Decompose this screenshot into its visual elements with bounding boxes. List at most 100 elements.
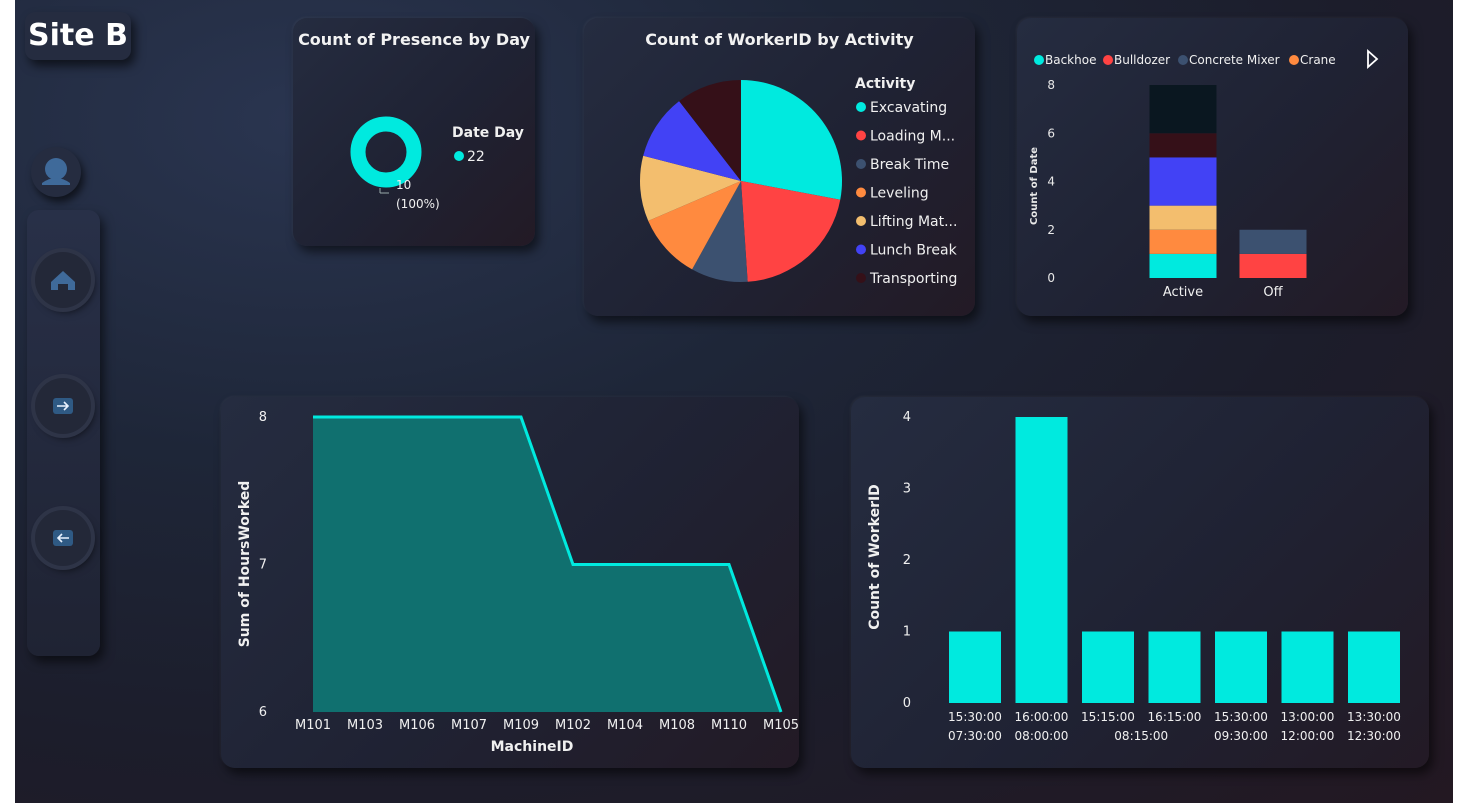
x-tick-label: M110 — [711, 718, 747, 733]
x-tick-label: Off — [1263, 285, 1283, 300]
y-tick-label: 0 — [903, 696, 911, 711]
x-group-label: 09:30:00 — [1214, 729, 1268, 743]
user-avatar-icon — [42, 158, 70, 185]
legend-swatch — [856, 187, 866, 198]
x-group-label: 08:00:00 — [1015, 729, 1069, 743]
arrow-left-icon — [53, 530, 73, 546]
x-group-label: 07:30:00 — [948, 729, 1002, 743]
home-button[interactable] — [35, 252, 91, 308]
legend-swatch — [1034, 55, 1044, 65]
x-group-label: 12:00:00 — [1281, 729, 1335, 743]
y-tick-label: 2 — [1047, 223, 1055, 237]
y-tick-label: 8 — [1047, 78, 1055, 92]
legend-swatch — [1103, 55, 1113, 65]
legend-title: Activity — [855, 76, 915, 92]
worker-by-time-bar-chart: 0 1 2 3 4 15:30:00 16:00:00 15:15:00 16:15:00 15… — [867, 410, 1401, 743]
hours-by-machine-area-chart: 6 7 8 M101 M103 M106 M107 M109 M102 M104 M108 M110… — [237, 410, 799, 755]
legend-item: Leveling — [870, 186, 929, 202]
stacked-bar-segment[interactable] — [1149, 133, 1217, 158]
x-tick-label: M108 — [659, 718, 695, 733]
bar[interactable] — [1082, 631, 1134, 704]
nav-panel — [27, 210, 100, 656]
x-tick-label: M107 — [451, 718, 487, 733]
y-tick-label: 0 — [1047, 271, 1055, 285]
legend-item: 22 — [467, 149, 485, 165]
x-tick-label: 15:15:00 — [1081, 710, 1135, 724]
pie-slice[interactable] — [741, 80, 842, 200]
presence-by-day-card: Count of Presence by Day 10 (100%) Date … — [293, 18, 535, 246]
stacked-bar-segment[interactable] — [1149, 205, 1217, 230]
legend-item: Crane — [1300, 53, 1336, 67]
y-tick-label: 8 — [259, 410, 267, 425]
forward-button[interactable] — [35, 378, 91, 434]
stacked-bar-segment[interactable] — [1239, 253, 1307, 278]
legend-item: Loading M... — [870, 129, 955, 145]
y-tick-label: 4 — [1047, 175, 1055, 189]
x-tick-label: 13:30:00 — [1347, 710, 1401, 724]
legend-swatch — [856, 130, 866, 141]
y-axis-label: Count of Date — [1029, 147, 1040, 225]
y-tick-label: 3 — [903, 482, 911, 497]
legend-next-arrow-icon[interactable] — [1367, 48, 1379, 70]
bar[interactable] — [1281, 631, 1334, 704]
bar[interactable] — [1348, 631, 1400, 704]
legend-item: Lifting Mat... — [870, 214, 957, 230]
legend-swatch — [856, 102, 866, 112]
back-button[interactable] — [35, 510, 91, 566]
y-tick-label: 6 — [259, 705, 267, 720]
user-avatar-button[interactable] — [31, 147, 81, 197]
bar[interactable] — [949, 631, 1001, 704]
machine-status-stacked-bar-chart: Backhoe Bulldozer Concrete Mixer Crane Coun… — [1029, 48, 1379, 300]
legend-item: Transporting — [869, 271, 957, 287]
legend-item: Backhoe — [1045, 53, 1096, 67]
stacked-bar-segment[interactable] — [1149, 229, 1217, 254]
hours-by-machine-card: 6 7 8 M101 M103 M106 M107 M109 M102 M104 M108 M110… — [221, 397, 799, 768]
donut-data-label-pct: (100%) — [396, 197, 440, 211]
worker-by-time-card: 0 1 2 3 4 15:30:00 16:00:00 15:15:00 16:15:00 15… — [851, 397, 1429, 768]
x-tick-label: 15:30:00 — [1214, 710, 1268, 724]
x-axis-label: MachineID — [491, 739, 574, 755]
x-tick-label: M104 — [607, 718, 643, 733]
x-tick-label: M101 — [295, 718, 331, 733]
x-tick-label: 13:00:00 — [1281, 710, 1335, 724]
legend-swatch — [856, 244, 866, 255]
bar[interactable] — [1015, 417, 1068, 703]
y-tick-label: 4 — [903, 410, 911, 425]
stacked-bar-segment[interactable] — [1149, 253, 1217, 278]
page-title: Site B — [25, 12, 131, 60]
x-tick-label: M102 — [555, 718, 591, 733]
x-tick-label: M103 — [347, 718, 383, 733]
donut-slice[interactable] — [350, 116, 422, 188]
presence-donut-chart: 10 (100%) Date Day 22 — [350, 116, 524, 211]
donut-data-label: 10 — [396, 178, 411, 192]
x-tick-label: 16:15:00 — [1148, 710, 1202, 724]
activity-pie-chart: Activity Excavating Loading M... Break Tim… — [640, 76, 958, 287]
x-tick-label: M105 — [763, 718, 799, 733]
legend-item: Bulldozer — [1114, 53, 1170, 67]
legend-swatch — [1178, 55, 1188, 65]
y-tick-label: 2 — [903, 553, 911, 568]
stacked-bar-segment[interactable] — [1239, 229, 1307, 254]
x-tick-label: M109 — [503, 718, 539, 733]
y-tick-label: 1 — [903, 625, 911, 640]
x-tick-label: 16:00:00 — [1015, 710, 1069, 724]
x-tick-label: 15:30:00 — [948, 710, 1002, 724]
legend-swatch — [1289, 55, 1299, 65]
stacked-bar-segment[interactable] — [1149, 85, 1217, 134]
bar[interactable] — [1215, 631, 1267, 704]
y-axis-label: Count of WorkerID — [867, 484, 883, 630]
y-axis-label: Sum of HoursWorked — [237, 481, 253, 648]
legend-item: Break Time — [870, 157, 949, 173]
dashboard-canvas: Site B Count of Presence by Day 10 (100%… — [15, 0, 1453, 803]
legend-item: Concrete Mixer — [1189, 53, 1280, 67]
x-group-label: 12:30:00 — [1347, 729, 1401, 743]
y-tick-label: 7 — [259, 558, 267, 573]
bar[interactable] — [1148, 631, 1201, 704]
x-tick-label: Active — [1163, 285, 1203, 300]
legend-item: Excavating — [870, 100, 947, 116]
legend-item: Lunch Break — [870, 243, 958, 259]
stacked-bar-segment[interactable] — [1149, 157, 1217, 206]
legend-swatch — [856, 159, 866, 169]
x-group-label: 08:15:00 — [1114, 729, 1168, 743]
home-icon — [51, 271, 75, 290]
